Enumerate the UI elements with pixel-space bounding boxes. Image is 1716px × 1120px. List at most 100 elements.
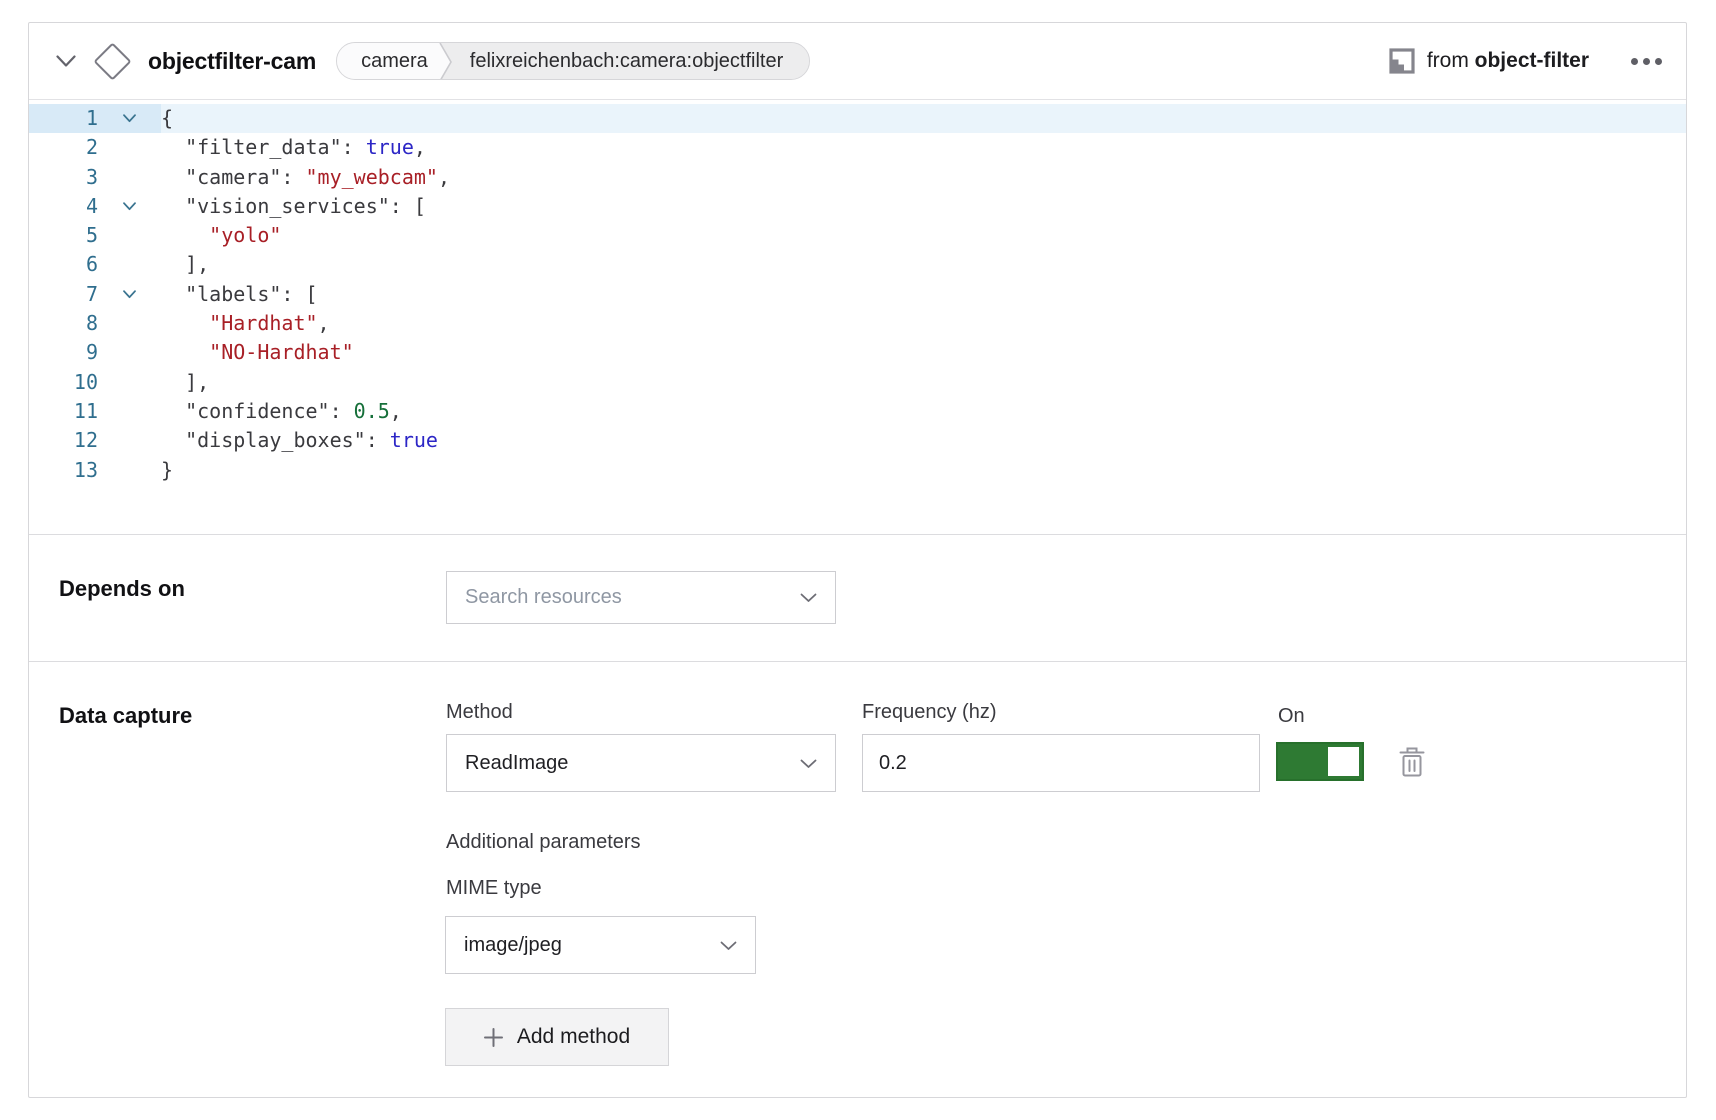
divider — [29, 661, 1686, 662]
depends-on-select[interactable]: Search resources — [446, 571, 836, 624]
resource-name: objectfilter-cam — [148, 48, 316, 75]
method-select[interactable]: ReadImage — [446, 734, 836, 792]
code-text: "display_boxes": true — [161, 426, 1686, 455]
mime-type-value: image/jpeg — [464, 934, 562, 957]
capture-toggle-label: On — [1278, 705, 1305, 728]
module-icon — [1389, 48, 1415, 74]
resource-type-model-badge: camera felixreichenbach:camera:objectfil… — [336, 42, 810, 80]
code-line-11[interactable]: 11 "confidence": 0.5, — [29, 397, 1686, 426]
frequency-label: Frequency (hz) — [862, 701, 997, 724]
toggle-knob — [1328, 747, 1359, 776]
line-number: 9 — [29, 338, 98, 367]
code-text: "NO-Hardhat" — [161, 338, 1686, 367]
line-number: 1 — [29, 104, 98, 133]
delete-method-button[interactable] — [1397, 745, 1427, 779]
gutter-spacer — [98, 426, 161, 455]
line-number: 3 — [29, 163, 98, 192]
fold-chevron-icon[interactable] — [98, 104, 161, 133]
code-text: "labels": [ — [161, 280, 1686, 309]
gutter-spacer — [98, 397, 161, 426]
gutter-spacer — [98, 133, 161, 162]
code-line-3[interactable]: 3 "camera": "my_webcam", — [29, 163, 1686, 192]
camera-resource-icon — [90, 39, 134, 83]
depends-on-heading: Depends on — [59, 576, 185, 602]
data-capture-heading: Data capture — [59, 703, 192, 729]
gutter: 11 — [29, 397, 161, 426]
module-source-label: from object-filter — [1427, 49, 1589, 73]
gutter: 8 — [29, 309, 161, 338]
line-number: 2 — [29, 133, 98, 162]
divider — [29, 534, 1686, 535]
code-text: "yolo" — [161, 221, 1686, 250]
gutter: 12 — [29, 426, 161, 455]
code-text: "vision_services": [ — [161, 192, 1686, 221]
gutter: 1 — [29, 104, 161, 133]
resource-card: objectfilter-cam camera felixreichenbach… — [28, 22, 1687, 1098]
capture-on-toggle[interactable] — [1276, 742, 1364, 781]
more-options-button[interactable] — [1629, 52, 1664, 71]
code-text: ], — [161, 250, 1686, 279]
code-line-13[interactable]: 13} — [29, 456, 1686, 485]
json-config-editor[interactable]: 1{2 "filter_data": true,3 "camera": "my_… — [29, 101, 1686, 534]
mime-type-label: MIME type — [446, 877, 542, 900]
gutter: 6 — [29, 250, 161, 279]
code-line-6[interactable]: 6 ], — [29, 250, 1686, 279]
resource-card-header: objectfilter-cam camera felixreichenbach… — [29, 23, 1686, 100]
line-number: 11 — [29, 397, 98, 426]
depends-on-placeholder: Search resources — [465, 586, 622, 609]
chevron-down-icon — [720, 934, 737, 957]
gutter-spacer — [98, 309, 161, 338]
line-number: 12 — [29, 426, 98, 455]
code-line-7[interactable]: 7 "labels": [ — [29, 280, 1686, 309]
code-text: "filter_data": true, — [161, 133, 1686, 162]
resource-model: felixreichenbach:camera:objectfilter — [454, 43, 810, 79]
collapse-chevron-icon[interactable] — [56, 54, 78, 68]
gutter: 3 — [29, 163, 161, 192]
code-line-12[interactable]: 12 "display_boxes": true — [29, 426, 1686, 455]
line-number: 4 — [29, 192, 98, 221]
code-line-4[interactable]: 4 "vision_services": [ — [29, 192, 1686, 221]
gutter: 7 — [29, 280, 161, 309]
line-number: 5 — [29, 221, 98, 250]
code-line-9[interactable]: 9 "NO-Hardhat" — [29, 338, 1686, 367]
line-number: 8 — [29, 309, 98, 338]
gutter: 13 — [29, 456, 161, 485]
code-text: } — [161, 456, 1686, 485]
mime-type-select[interactable]: image/jpeg — [445, 916, 756, 974]
gutter-spacer — [98, 163, 161, 192]
badge-separator — [436, 43, 454, 80]
chevron-down-icon — [800, 586, 817, 609]
fold-chevron-icon[interactable] — [98, 192, 161, 221]
code-line-10[interactable]: 10 ], — [29, 368, 1686, 397]
gutter: 5 — [29, 221, 161, 250]
gutter-spacer — [98, 250, 161, 279]
gutter-spacer — [98, 456, 161, 485]
plus-icon — [484, 1028, 503, 1047]
code-text: { — [161, 104, 1686, 133]
code-text: "Hardhat", — [161, 309, 1686, 338]
method-label: Method — [446, 701, 513, 724]
method-value: ReadImage — [465, 752, 568, 775]
code-line-5[interactable]: 5 "yolo" — [29, 221, 1686, 250]
code-text: "camera": "my_webcam", — [161, 163, 1686, 192]
line-number: 6 — [29, 250, 98, 279]
add-method-label: Add method — [517, 1025, 630, 1049]
code-text: "confidence": 0.5, — [161, 397, 1686, 426]
gutter: 2 — [29, 133, 161, 162]
code-line-8[interactable]: 8 "Hardhat", — [29, 309, 1686, 338]
code-line-1[interactable]: 1{ — [29, 104, 1686, 133]
line-number: 10 — [29, 368, 98, 397]
gutter-spacer — [98, 368, 161, 397]
add-method-button[interactable]: Add method — [445, 1008, 669, 1066]
fold-chevron-icon[interactable] — [98, 280, 161, 309]
frequency-input[interactable] — [862, 734, 1260, 792]
gutter-spacer — [98, 221, 161, 250]
code-line-2[interactable]: 2 "filter_data": true, — [29, 133, 1686, 162]
gutter: 9 — [29, 338, 161, 367]
gutter: 4 — [29, 192, 161, 221]
chevron-down-icon — [800, 752, 817, 775]
gutter: 10 — [29, 368, 161, 397]
additional-parameters-label: Additional parameters — [446, 831, 641, 854]
resource-type: camera — [337, 43, 436, 79]
line-number: 13 — [29, 456, 98, 485]
